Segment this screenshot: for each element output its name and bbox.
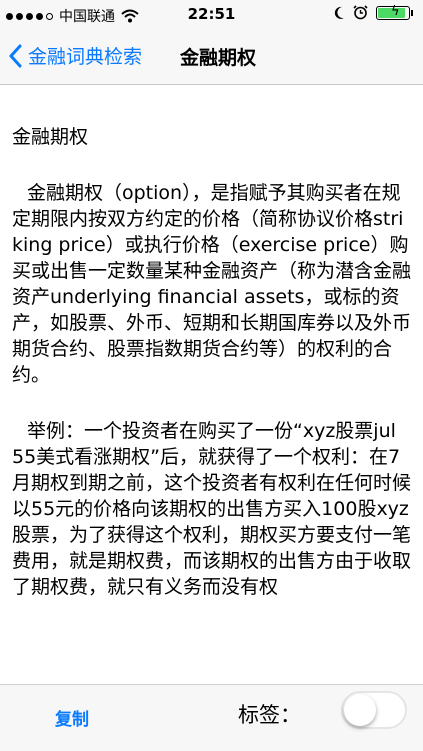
- tag-label: 标签：: [238, 703, 301, 727]
- navigation-bar: 金融词典检索 金融期权: [0, 28, 423, 85]
- status-bar: 中国联通 22:51 ϟ: [0, 0, 423, 28]
- back-button[interactable]: 金融词典检索: [8, 42, 142, 69]
- page-title: 金融期权: [180, 47, 257, 69]
- battery-nub: [411, 9, 413, 16]
- definition-paragraph: 金融期权（option），是指赋予其购买者在规定期限内按双方约定的价格（简称协议…: [12, 182, 412, 386]
- alarm-clock-icon: [353, 5, 368, 20]
- definition-text: 金融期权 金融期权（option），是指赋予其购买者在规定期限内按双方约定的价格…: [12, 84, 414, 682]
- copy-button[interactable]: 复制: [55, 705, 89, 730]
- back-button-label: 金融词典检索: [28, 46, 143, 68]
- term-heading: 金融期权: [12, 126, 89, 148]
- tag-toggle-switch[interactable]: [341, 691, 407, 729]
- toggle-knob: [344, 694, 376, 726]
- bottom-toolbar: 复制 标签：: [0, 684, 423, 751]
- moon-icon: [334, 6, 344, 19]
- status-bar-right: ϟ: [333, 3, 413, 20]
- battery-icon: ϟ: [376, 3, 410, 20]
- chevron-left-icon: [9, 44, 22, 67]
- example-paragraph: 举例：一个投资者在购买了一份“xyz股票jul 55美式看涨期权”后，就获得了一…: [12, 420, 412, 598]
- charging-bolt-icon: ϟ: [391, 3, 400, 19]
